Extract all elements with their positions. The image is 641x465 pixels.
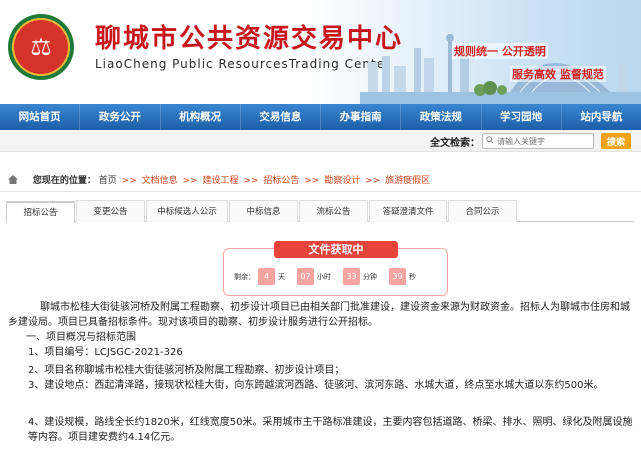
project-name: 2、项目名称聊城市松桂大街徒骇河桥及附属工程勘察、初步设计项目； [28, 365, 345, 376]
breadcrumb-label: 您现在的位置： [32, 176, 96, 186]
site-title: 聊城市公共资源交易中心 [95, 24, 404, 54]
search-label: 全文检索： [430, 138, 480, 149]
breadcrumb-separator: >> [121, 176, 137, 186]
project-location: 3、建设地点：西起清泽路，接现状松桂大街，向东跨越滨河西路、徒骇河、滨河东路、水… [28, 380, 604, 391]
countdown-days: 4 [258, 268, 275, 285]
breadcrumb-separator: >> [182, 176, 198, 186]
nav-item-government-affairs[interactable]: 政务公开 [80, 104, 161, 130]
site-header: ⚖ 聊城市公共资源交易中心 LiaoCheng Public Resources… [0, 0, 641, 104]
slogan-rules: 规则统一 公开透明 [452, 43, 548, 59]
breadcrumb-doc-info[interactable]: 文档信息 [142, 176, 178, 186]
nav-item-learning[interactable]: 学习园地 [482, 104, 562, 130]
breadcrumb-resort[interactable]: 旅游度假区 [385, 176, 430, 186]
tab-clarification[interactable]: 答疑澄清文件 [369, 200, 447, 222]
countdown-minutes-unit: 分钟 [363, 272, 377, 281]
nav-item-trade-info[interactable]: 交易信息 [241, 104, 321, 130]
section-heading: 一、项目概况与招标范围 [26, 332, 136, 343]
countdown-seconds: 39 [389, 268, 406, 285]
tab-change-notice[interactable]: 变更公告 [76, 200, 145, 222]
tab-contract[interactable]: 合同公示 [448, 200, 517, 222]
tab-failed-bid[interactable]: 流标公告 [299, 200, 368, 222]
countdown-seconds-unit: 秒 [409, 272, 416, 281]
slogan-service: 服务高效 监督规范 [510, 66, 606, 82]
nav-item-policies[interactable]: 政策法规 [401, 104, 482, 130]
countdown-hours-unit: 小时 [317, 272, 331, 281]
nav-item-organization[interactable]: 机构概况 [161, 104, 241, 130]
countdown-prefix: 剩余： [234, 272, 255, 281]
notice-content: 聊城市松桂大街徒骇河桥及附属工程勘察、初步设计项目已由相关部门批准建设，建设资金… [8, 300, 635, 445]
search-input[interactable] [482, 133, 594, 149]
site-subtitle: LiaoCheng Public ResourcesTrading Center [95, 57, 391, 71]
project-number: 1、项目编号：LCJSGC-2021-326 [28, 347, 183, 358]
breadcrumb-survey-design[interactable]: 勘察设计 [324, 176, 360, 186]
notice-intro: 聊城市松桂大街徒骇河桥及附属工程勘察、初步设计项目已由相关部门批准建设，建设资金… [8, 302, 630, 328]
scale-icon: ⚖ [30, 33, 52, 61]
tab-award-info[interactable]: 中标信息 [229, 200, 298, 222]
project-scale: 4、建设规模，路线全长约1820米，红线宽度50米。采用城市主干路标准建设，主要… [28, 417, 633, 443]
countdown-title: 文件获取中 [274, 241, 398, 258]
search-button[interactable]: 搜索 [601, 133, 631, 149]
nav-item-service-guide[interactable]: 办事指南 [321, 104, 402, 130]
home-icon [8, 175, 18, 184]
breadcrumb-construction[interactable]: 建设工程 [202, 176, 238, 186]
site-logo[interactable]: ⚖ [8, 14, 74, 80]
tab-bid-candidates[interactable]: 中标候选人公示 [146, 200, 228, 222]
main-nav: 网站首页 政务公开 机构概况 交易信息 办事指南 政策法规 学习园地 站内导航 [0, 104, 641, 130]
countdown-row: 剩余： 4 天 07 小时 33 分钟 39 秒 [234, 268, 425, 285]
breadcrumb-home[interactable]: 首页 [99, 176, 117, 186]
search-bar: 全文检索： 搜索 [0, 130, 641, 152]
countdown-minutes: 33 [343, 268, 360, 285]
tab-tender-notice[interactable]: 招标公告 [6, 201, 75, 223]
breadcrumb-separator: >> [243, 176, 259, 186]
breadcrumb-tender-notice[interactable]: 招标公告 [263, 176, 299, 186]
search-icon [486, 136, 494, 144]
breadcrumb-separator: >> [304, 176, 320, 186]
countdown-box: 文件获取中 剩余： 4 天 07 小时 33 分钟 39 秒 [223, 241, 448, 296]
countdown-days-unit: 天 [278, 272, 285, 281]
notice-tabs: 招标公告 变更公告 中标候选人公示 中标信息 流标公告 答疑澄清文件 合同公示 [6, 200, 634, 223]
countdown-hours: 07 [297, 268, 314, 285]
nav-item-site-map[interactable]: 站内导航 [562, 104, 641, 130]
breadcrumb-separator: >> [365, 176, 381, 186]
breadcrumb: 您现在的位置： 首页 >> 文档信息 >> 建设工程 >> 招标公告 >> 勘察… [0, 170, 641, 192]
nav-item-home[interactable]: 网站首页 [0, 104, 81, 130]
